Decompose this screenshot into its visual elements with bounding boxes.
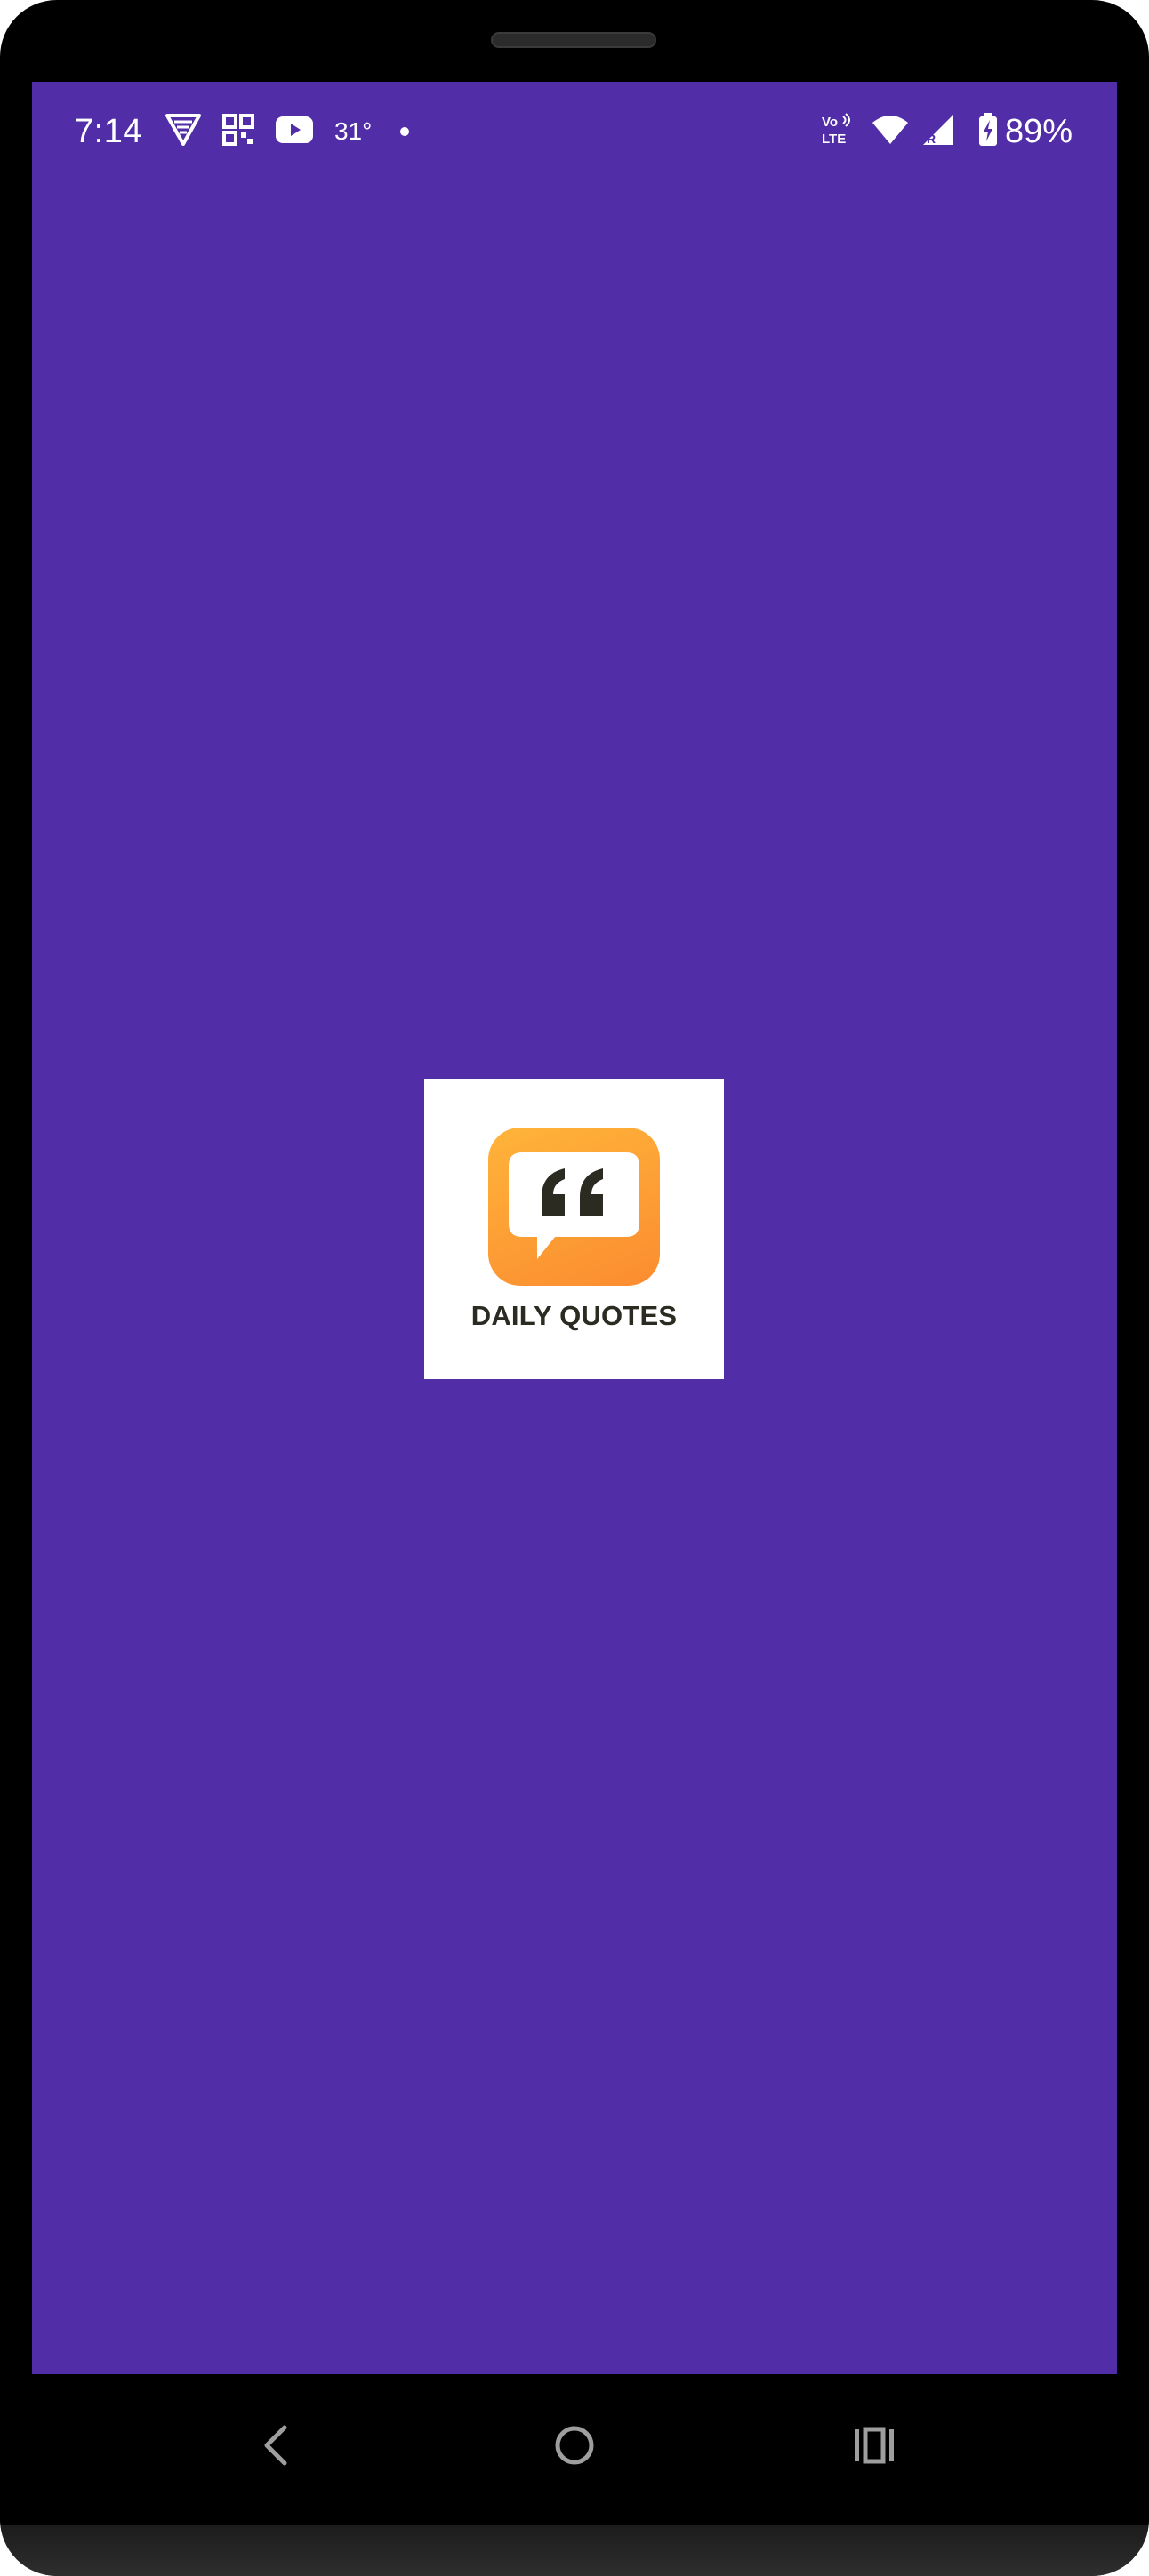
device-chin	[0, 2525, 1149, 2576]
status-temperature: 31°	[333, 117, 373, 145]
earpiece-speaker	[491, 32, 656, 48]
recents-button[interactable]	[839, 2410, 910, 2481]
recents-icon	[855, 2427, 894, 2464]
home-icon	[555, 2426, 594, 2465]
youtube-icon	[275, 116, 313, 148]
home-button[interactable]	[539, 2410, 610, 2481]
volte-icon: Vo LTE	[820, 112, 856, 151]
splash-logo-card: DAILY QUOTES	[424, 1079, 724, 1379]
svg-text:LTE: LTE	[822, 132, 846, 147]
status-bar: 7:14 31° Vo LTE R 89%	[32, 82, 1117, 181]
svg-text:R: R	[927, 132, 936, 146]
notification-dot-icon	[400, 127, 410, 136]
app-name: DAILY QUOTES	[470, 1300, 678, 1331]
back-button[interactable]	[240, 2410, 311, 2481]
status-time: 7:14	[75, 112, 142, 150]
qr-scanner-icon	[221, 113, 254, 150]
status-right-group: Vo LTE R 89%	[820, 108, 1073, 155]
battery-charging-icon	[978, 112, 998, 151]
svg-text:Vo: Vo	[822, 115, 838, 130]
app-screen: 7:14 31° Vo LTE R 89% DAILY QUOTES	[32, 82, 1117, 2374]
battery-percent: 89%	[1004, 112, 1073, 150]
navigation-bar	[0, 2374, 1149, 2525]
signal-roaming-icon: R	[921, 113, 955, 151]
quote-bubble-icon	[488, 1128, 660, 1286]
status-left-group: 7:14 31°	[75, 108, 410, 155]
device-frame: 7:14 31° Vo LTE R 89% DAILY QUOTES	[0, 0, 1149, 2576]
vpn-shield-icon	[165, 113, 201, 150]
back-icon	[264, 2425, 287, 2466]
wifi-icon	[872, 115, 909, 149]
